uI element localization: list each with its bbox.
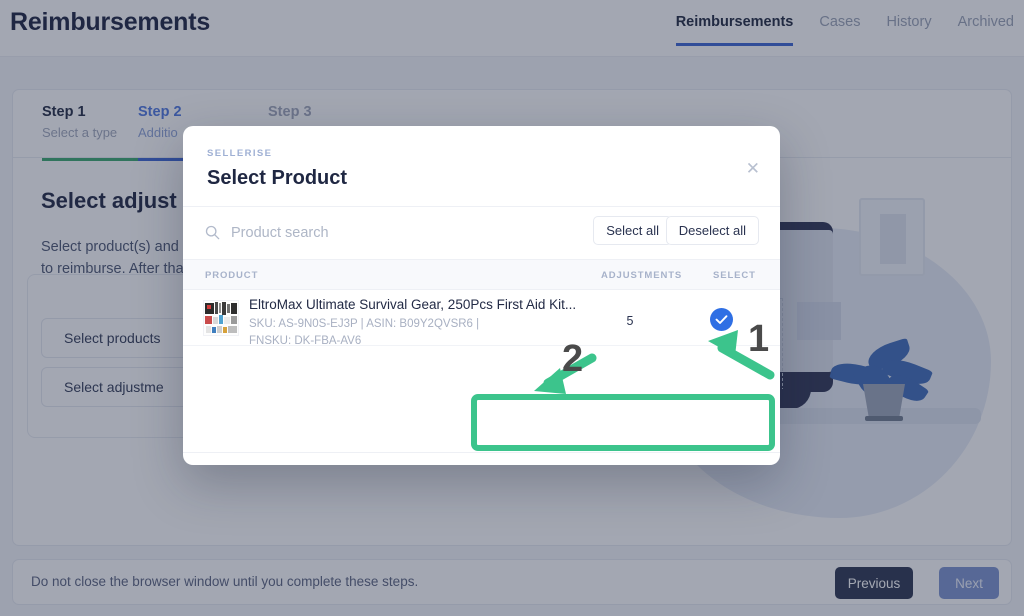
column-header-select: SELECT bbox=[713, 270, 756, 281]
close-icon[interactable]: ✕ bbox=[746, 160, 760, 177]
annotation-number-2: 2 bbox=[562, 340, 583, 378]
app-root: Reimbursements Reimbursements Cases Hist… bbox=[0, 0, 1024, 616]
column-header-product: PRODUCT bbox=[205, 270, 258, 281]
search-icon bbox=[205, 225, 220, 240]
modal-title: Select Product bbox=[207, 167, 756, 190]
deselect-all-button[interactable]: Deselect all bbox=[666, 216, 759, 245]
modal-brand-label: SELLERISE bbox=[207, 148, 756, 159]
product-thumbnail bbox=[203, 300, 239, 336]
product-select-checkbox[interactable] bbox=[710, 308, 733, 331]
modal-search-row: Select all Deselect all bbox=[183, 207, 780, 260]
product-list: EltroMax Ultimate Survival Gear, 250Pcs … bbox=[183, 290, 780, 452]
product-meta: SKU: AS-9N0S-EJ3P | ASIN: B09Y2QVSR6 | F… bbox=[249, 316, 579, 349]
annotation-number-1: 1 bbox=[748, 320, 769, 358]
column-header-adjustments: ADJUSTMENTS bbox=[601, 270, 682, 281]
check-icon bbox=[714, 312, 729, 327]
select-all-button[interactable]: Select all bbox=[593, 216, 672, 245]
table-row[interactable]: EltroMax Ultimate Survival Gear, 250Pcs … bbox=[183, 290, 780, 346]
search-input[interactable] bbox=[231, 223, 561, 243]
product-name: EltroMax Ultimate Survival Gear, 250Pcs … bbox=[249, 297, 594, 312]
select-product-modal: SELLERISE Select Product ✕ Select all De… bbox=[183, 126, 780, 465]
modal-header: SELLERISE Select Product ✕ bbox=[183, 126, 780, 207]
modal-footer: Cancel Confirm bbox=[183, 452, 780, 465]
product-meta-line-1: SKU: AS-9N0S-EJ3P | ASIN: B09Y2QVSR6 | bbox=[249, 318, 479, 330]
table-header: PRODUCT ADJUSTMENTS SELECT bbox=[183, 260, 780, 290]
product-adjustments-count: 5 bbox=[615, 314, 645, 328]
product-meta-line-2: FNSKU: DK-FBA-AV6 bbox=[249, 335, 361, 347]
